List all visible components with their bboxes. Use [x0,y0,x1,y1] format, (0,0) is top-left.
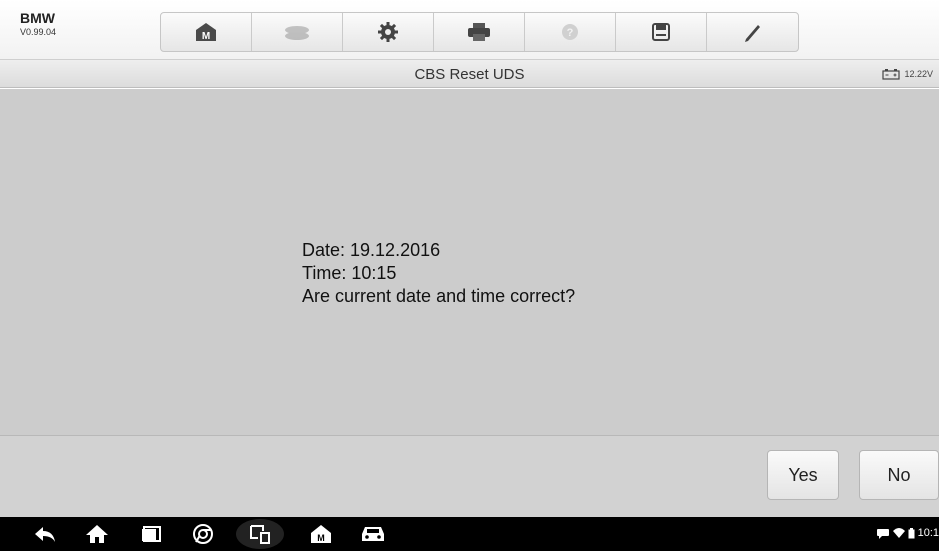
confirmation-message: Date: 19.12.2016 Time: 10:15 Are current… [302,239,575,308]
home-icon [86,525,108,543]
help-icon: ? [562,24,578,40]
vehicle-swap-icon [285,26,309,40]
main-content: Date: 19.12.2016 Time: 10:15 Are current… [0,89,939,435]
svg-text:M: M [202,31,210,42]
recent-apps-button[interactable] [136,523,166,545]
vehicle-button[interactable] [358,523,388,545]
help-button[interactable]: ? [525,13,616,51]
vehicle-info: BMW V0.99.04 [20,10,56,37]
android-nav-bar: M 10:1 [0,517,939,551]
recent-apps-icon [142,526,161,542]
top-toolbar: BMW V0.99.04 M ? [0,0,939,60]
page-title: CBS Reset UDS [414,66,525,83]
title-bar: CBS Reset UDS 12.22V [0,60,939,88]
android-home-button[interactable] [82,523,112,545]
status-time: 10:1 [917,527,939,539]
home-button[interactable]: M [161,13,252,51]
message-icon [876,528,889,539]
vehicle-icon [362,527,384,541]
save-button[interactable] [616,13,707,51]
battery-icon [882,69,901,80]
wifi-icon [892,527,905,538]
question-line: Are current date and time correct? [302,286,576,306]
edit-icon [744,25,760,42]
status-area: 10:1 [876,527,939,539]
svg-text:M: M [317,533,325,543]
data-logging-button[interactable] [707,13,798,51]
home-icon: M [196,23,216,42]
function-toolbar: M ? [160,12,799,52]
settings-button[interactable] [343,13,434,51]
screenshot-button[interactable] [236,519,284,549]
time-line: Time: 10:15 [302,263,397,283]
yes-button[interactable]: Yes [767,450,839,500]
no-button[interactable]: No [859,450,939,500]
maxisys-home-icon: M [311,525,331,543]
action-bar: Yes No [0,435,939,517]
date-line: Date: 19.12.2016 [302,240,441,260]
screenshot-icon [250,525,270,544]
software-version: V0.99.04 [20,27,57,37]
save-icon [652,23,670,41]
svg-text:?: ? [567,27,574,39]
battery-voltage: 12.22V [904,69,933,79]
maxisys-home-button[interactable]: M [306,523,336,545]
back-icon [35,527,55,542]
print-icon [468,23,490,41]
browser-icon [193,524,213,544]
battery-status: 12.22V [882,68,933,80]
vehicle-swap-button[interactable] [252,13,343,51]
back-button[interactable] [30,523,60,545]
print-button[interactable] [434,13,525,51]
browser-button[interactable] [188,523,218,545]
settings-icon [378,22,398,42]
battery-level-icon [908,527,915,538]
vehicle-make: BMW [20,10,55,26]
